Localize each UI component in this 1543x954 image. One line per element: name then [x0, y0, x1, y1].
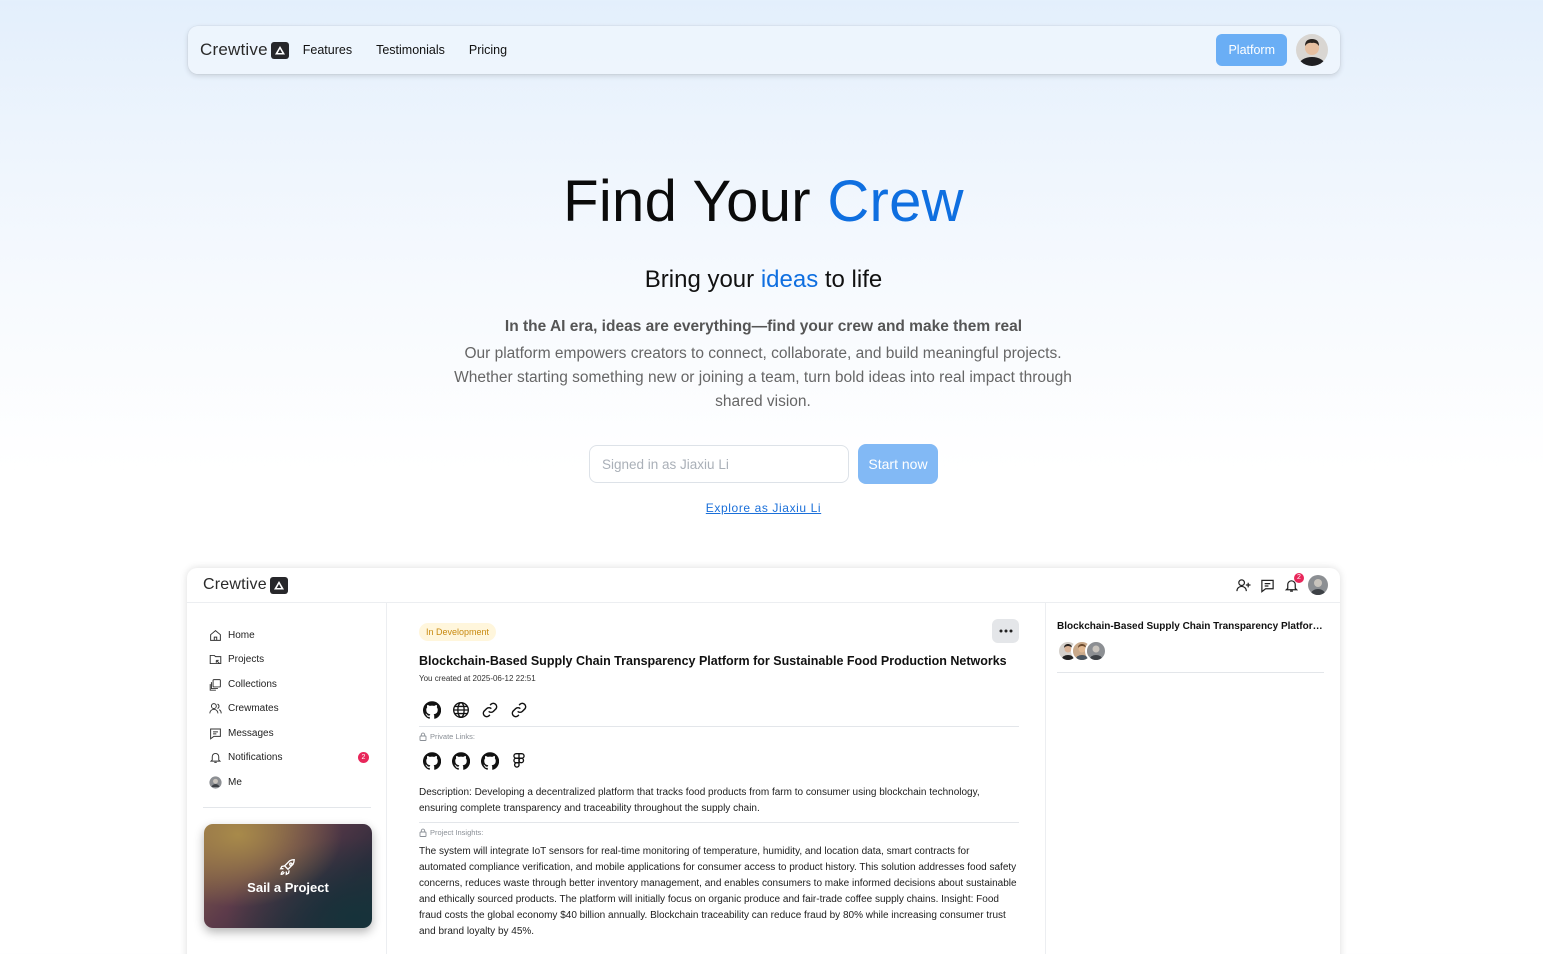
nav-links: Features Testimonials Pricing	[303, 43, 507, 57]
sidebar-divider	[203, 807, 371, 808]
crew-avatar	[1085, 640, 1107, 662]
project-title: Blockchain-Based Supply Chain Transparen…	[419, 654, 1007, 668]
link-icon[interactable]	[481, 701, 499, 719]
project-insights-label-text: Project Insights:	[430, 828, 484, 837]
sidebar-menu: Home Projects Collections Crewmates Mess…	[209, 623, 369, 795]
divider	[419, 822, 1019, 823]
app-brand-logo[interactable]: Crewtive	[203, 576, 288, 594]
brand-logo[interactable]: Crewtive	[200, 40, 289, 60]
github-icon[interactable]	[423, 701, 441, 719]
avatar	[209, 776, 222, 789]
sidebar-item-label: Messages	[228, 727, 274, 739]
github-icon[interactable]	[452, 752, 470, 770]
sail-project-button[interactable]: Sail a Project	[204, 824, 372, 928]
messages-icon	[210, 728, 221, 740]
user-avatar[interactable]	[1296, 34, 1328, 66]
private-links-label-text: Private Links:	[430, 732, 476, 741]
public-links	[423, 701, 528, 719]
project-description: Description: Developing a decentralized …	[419, 787, 980, 814]
start-now-button[interactable]: Start now	[858, 444, 938, 484]
nav-actions: Platform	[1216, 34, 1328, 66]
project-crew-panel: Blockchain-Based Supply Chain Transparen…	[1045, 603, 1340, 954]
top-navbar: Crewtive Features Testimonials Pricing P…	[188, 26, 1340, 74]
sidebar-item-home[interactable]: Home	[209, 623, 369, 648]
add-user-icon[interactable]	[1236, 578, 1251, 593]
crewmates-icon	[209, 703, 222, 714]
hero-title-highlight: Crew	[827, 169, 964, 234]
home-icon	[210, 629, 221, 641]
sidebar-item-label: Me	[228, 776, 242, 788]
projects-icon	[209, 655, 222, 665]
signup-input[interactable]	[589, 445, 849, 483]
sidebar-item-crewmates[interactable]: Crewmates	[209, 697, 369, 722]
app-sidebar: Home Projects Collections Crewmates Mess…	[187, 603, 387, 954]
status-badge: In Development	[419, 623, 497, 641]
divider	[1057, 672, 1324, 673]
explore-link[interactable]: Explore as Jiaxiu Li	[0, 501, 1527, 515]
sidebar-item-projects[interactable]: Projects	[209, 648, 369, 673]
sidebar-item-messages[interactable]: Messages	[209, 721, 369, 746]
nav-link-features[interactable]: Features	[303, 43, 352, 57]
project-insights-label: Project Insights:	[419, 828, 483, 837]
sidebar-item-collections[interactable]: Collections	[209, 672, 369, 697]
crew-project-title[interactable]: Blockchain-Based Supply Chain Transparen…	[1057, 621, 1327, 632]
figma-icon[interactable]	[510, 752, 528, 770]
nav-link-testimonials[interactable]: Testimonials	[376, 43, 445, 57]
ellipsis-icon	[999, 629, 1012, 633]
sidebar-item-label: Home	[228, 629, 255, 641]
platform-button[interactable]: Platform	[1216, 34, 1287, 66]
lock-icon	[419, 732, 427, 741]
app-topbar: Crewtive 2	[187, 568, 1340, 603]
sidebar-item-label: Notifications	[228, 752, 283, 764]
rocket-icon	[279, 858, 295, 875]
app-topbar-actions: 2	[1236, 572, 1328, 595]
lock-icon	[419, 828, 427, 837]
sail-project-label: Sail a Project	[247, 879, 329, 895]
hero-subtitle-text: Bring your	[644, 266, 761, 293]
private-links-label: Private Links:	[419, 732, 475, 741]
hero-subtitle: Bring your ideas to life	[0, 266, 1527, 294]
app-brand-name: Crewtive	[203, 576, 267, 593]
sidebar-item-label: Projects	[228, 654, 265, 666]
hero-title-text: Find Your	[563, 169, 828, 234]
private-links	[423, 752, 528, 770]
hero-title: Find Your Crew	[0, 168, 1527, 235]
sidebar-item-label: Crewmates	[228, 703, 279, 715]
crew-avatars[interactable]	[1057, 640, 1107, 662]
github-icon[interactable]	[423, 752, 441, 770]
link-icon[interactable]	[510, 701, 528, 719]
hero-description: Our platform empowers creators to connec…	[454, 345, 1072, 410]
collections-icon	[209, 678, 221, 691]
project-created-date: You created at 2025-06-12 22:51	[419, 674, 536, 683]
sidebar-item-label: Collections	[228, 678, 277, 690]
bell-icon[interactable]: 2	[1284, 572, 1304, 593]
sidebar-item-me[interactable]: Me	[209, 770, 369, 795]
github-icon[interactable]	[481, 752, 499, 770]
project-insights: The system will integrate IoT sensors fo…	[419, 846, 1017, 937]
sidebar-item-notifications[interactable]: Notifications 2	[209, 746, 369, 771]
chat-icon[interactable]	[1260, 578, 1275, 593]
sail-logo-icon	[270, 41, 289, 59]
notification-badge: 2	[1294, 572, 1304, 583]
divider	[419, 726, 1019, 727]
bell-icon	[209, 753, 222, 764]
hero-subtitle-end: to life	[818, 266, 883, 293]
more-options-button[interactable]	[992, 619, 1019, 643]
sail-logo-icon	[269, 576, 288, 594]
nav-link-pricing[interactable]: Pricing	[469, 43, 507, 57]
hero-subtitle-highlight: ideas	[760, 266, 819, 293]
globe-icon[interactable]	[452, 701, 470, 719]
app-user-avatar[interactable]	[1308, 575, 1328, 595]
app-preview: Crewtive 2 Home Projects Collections Cre…	[187, 568, 1340, 954]
brand-name: Crewtive	[200, 40, 268, 59]
project-detail: In Development Blockchain-Based Supply C…	[419, 603, 1019, 954]
notifications-count-badge: 2	[358, 752, 369, 764]
hero-lead: In the AI era, ideas are everything—find…	[504, 318, 1023, 335]
